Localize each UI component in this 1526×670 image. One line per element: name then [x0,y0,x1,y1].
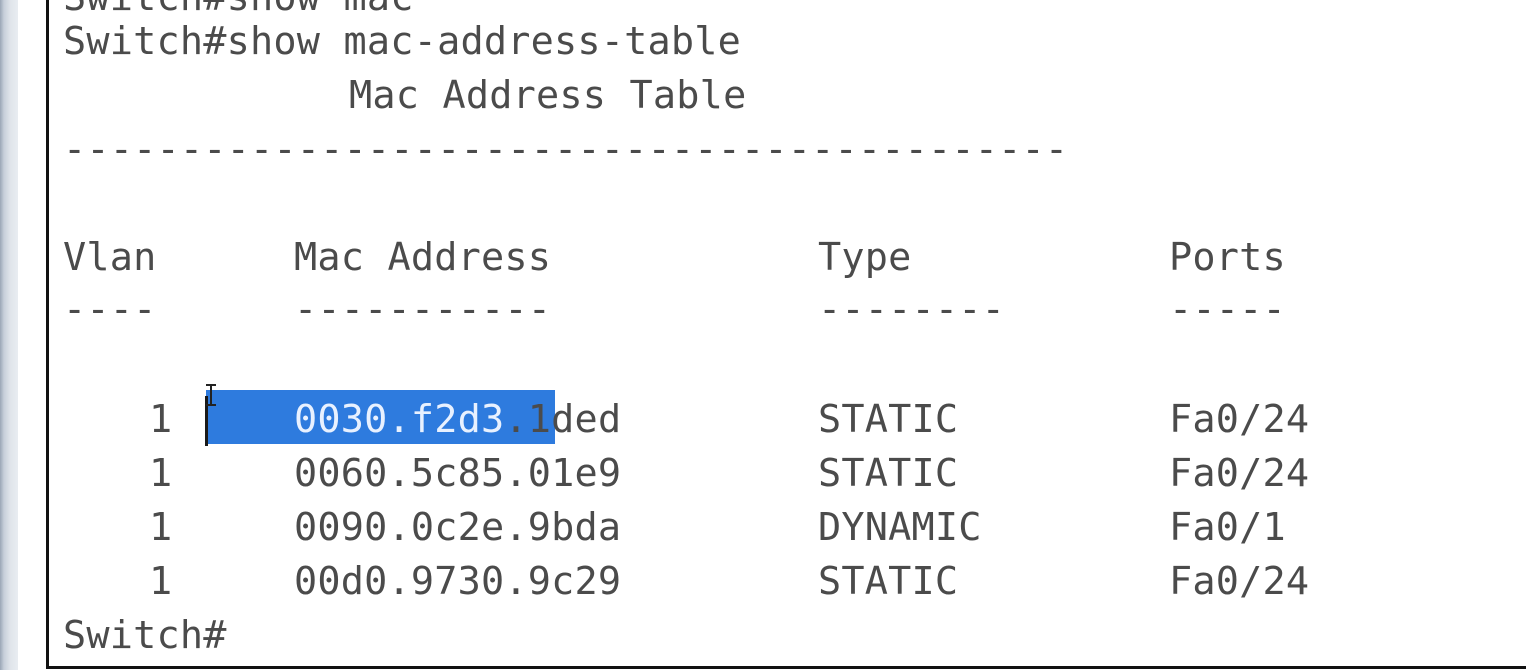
rule-ports: ----- [1169,287,1286,332]
row-mac-address[interactable]: 00d0.9730.9c29 [294,562,621,602]
unselected-mac-text[interactable]: .1ded [504,397,621,442]
window-edge [0,0,18,670]
row-vlan: 1 [149,451,173,496]
command-line: Switch#show mac-address-table [63,19,741,64]
row-vlan: 1 [149,559,173,604]
header-vlan: Vlan [63,235,157,280]
terminal-window[interactable]: Switch#show mac Switch#show mac-address-… [46,0,1526,669]
rule-type: -------- [818,287,1006,332]
row-mac-address[interactable]: 0030.f2d3.1ded [294,400,621,440]
header-mac-address: Mac Address [294,235,552,280]
row-mac-address[interactable]: 0090.0c2e.9bda [294,508,621,548]
row-ports: Fa0/24 [1169,559,1310,604]
table-header-separator: ---- ----------- -------- ----- [49,290,1449,330]
table-row: 1 0030.f2d3.1ded STATIC Fa0/24 [49,400,1449,440]
rule-vlan: ---- [63,287,157,332]
table-row: 1 0090.0c2e.9bda DYNAMIC Fa0/1 [49,508,1449,548]
selected-mac-text[interactable]: 0030.f2d3 [294,397,504,442]
row-mac-address[interactable]: 0060.5c85.01e9 [294,454,621,494]
row-ports: Fa0/1 [1169,505,1286,550]
rule-mac-address: ----------- [294,287,552,332]
table-row: 1 0060.5c85.01e9 STATIC Fa0/24 [49,454,1449,494]
table-row: 1 00d0.9730.9c29 STATIC Fa0/24 [49,562,1449,602]
header-ports: Ports [1169,235,1286,280]
row-vlan: 1 [149,397,173,442]
row-vlan: 1 [149,505,173,550]
previous-command-line: Switch#show mac [63,0,414,18]
screen: Switch#show mac Switch#show mac-address-… [0,0,1526,670]
row-ports: Fa0/24 [1169,451,1310,496]
title-separator: ----------------------------------------… [63,127,1069,172]
row-type: STATIC [818,451,959,496]
header-type: Type [818,235,912,280]
row-type: DYNAMIC [818,505,982,550]
table-title: Mac Address Table [349,73,747,118]
row-type: STATIC [818,397,959,442]
command-prompt[interactable]: Switch# [63,616,227,656]
row-type: STATIC [818,559,959,604]
row-ports: Fa0/24 [1169,397,1310,442]
table-header-row: Vlan Mac Address Type Ports [49,238,1449,278]
